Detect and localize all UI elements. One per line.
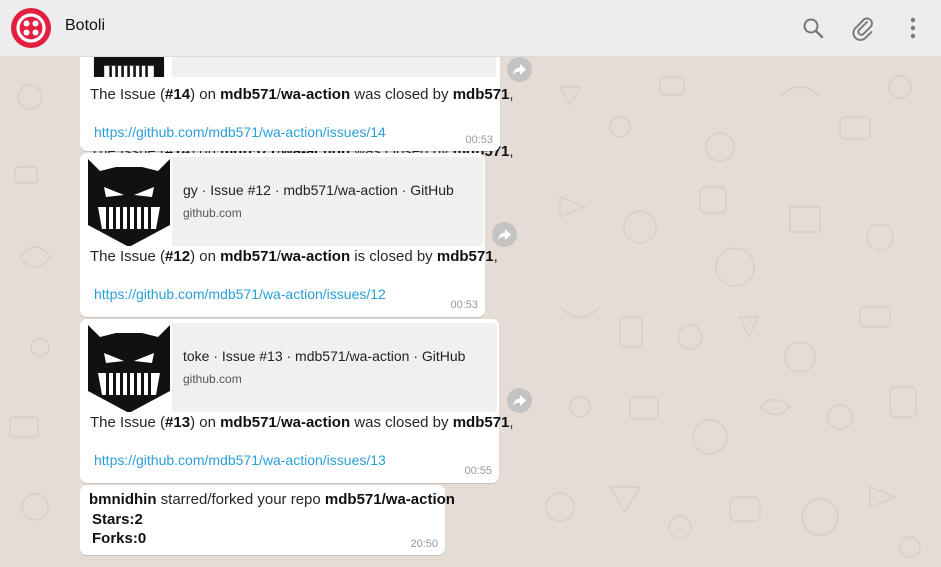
forward-icon[interactable] xyxy=(507,388,532,413)
github-batman-thumbnail xyxy=(86,323,172,412)
message-bubble[interactable]: bmnidhin starred/forked your repo mdb571… xyxy=(80,485,455,555)
chat-panel: The Issue (#14) on mdb571/wa-action was … xyxy=(0,57,941,567)
message-time: 20:50 xyxy=(410,538,438,550)
link-preview[interactable]: gy · Issue #12 · mdb571/wa-action · GitH… xyxy=(86,157,484,246)
stars-count: Stars:2 xyxy=(92,511,143,528)
message-time: 00:53 xyxy=(450,299,478,311)
chat-header: Botoli xyxy=(0,0,941,57)
issue-link[interactable]: https://github.com/mdb571/wa-action/issu… xyxy=(94,452,386,468)
chat-title[interactable]: Botoli xyxy=(65,17,105,35)
github-batman-thumbnail xyxy=(86,157,172,246)
preview-domain: github.com xyxy=(183,206,242,220)
attach-icon[interactable] xyxy=(850,15,876,41)
message-text: The Issue (#14) on mdb571/wa-action was … xyxy=(90,86,514,103)
forward-icon[interactable] xyxy=(492,222,517,247)
message-bubble[interactable]: toke · Issue #13 · mdb571/wa-action · Gi… xyxy=(80,319,514,483)
message-time: 00:53 xyxy=(465,134,493,146)
preview-domain: github.com xyxy=(183,372,242,386)
preview-title: toke · Issue #13 · mdb571/wa-action · Gi… xyxy=(183,348,466,364)
issue-link[interactable]: https://github.com/mdb571/wa-action/issu… xyxy=(94,124,386,140)
menu-icon[interactable] xyxy=(900,15,926,41)
forks-count: Forks:0 xyxy=(92,530,147,547)
message-bubble[interactable]: gy · Issue #12 · mdb571/wa-action · GitH… xyxy=(80,153,498,317)
search-icon[interactable] xyxy=(800,15,826,41)
message-text: The Issue (#13) on mdb571/wa-action was … xyxy=(90,414,514,431)
forward-icon[interactable] xyxy=(507,57,532,82)
preview-title: gy · Issue #12 · mdb571/wa-action · GitH… xyxy=(183,182,454,198)
message-bubble-body[interactable]: The Issue (#14) on mdb571/wa-action was … xyxy=(80,77,514,151)
message-text: The Issue (#12) on mdb571/wa-action is c… xyxy=(90,248,498,265)
message-time: 00:55 xyxy=(464,465,492,477)
issue-link[interactable]: https://github.com/mdb571/wa-action/issu… xyxy=(94,286,386,302)
message-line: bmnidhin starred/forked your repo mdb571… xyxy=(89,491,455,508)
link-preview[interactable]: toke · Issue #13 · mdb571/wa-action · Gi… xyxy=(86,323,497,412)
logo-icon[interactable] xyxy=(10,7,52,49)
